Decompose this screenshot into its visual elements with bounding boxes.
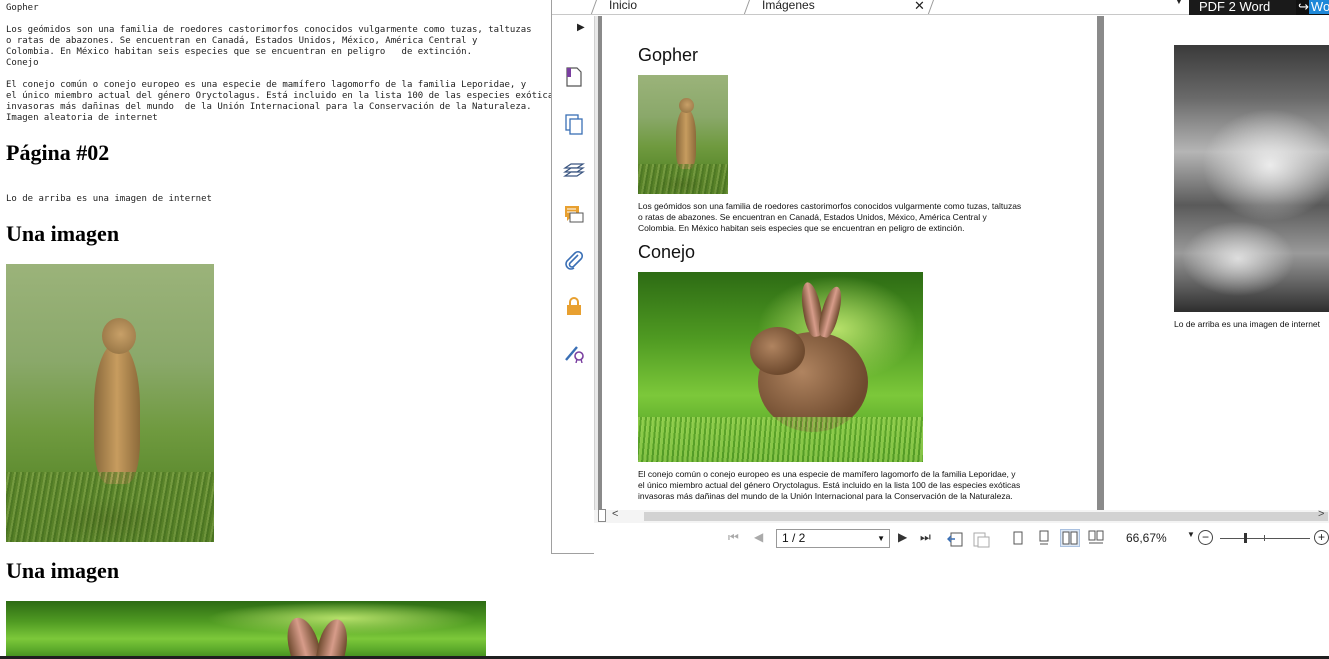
pdf-conejo-text: El conejo común o conejo europeo es una …	[638, 469, 1021, 501]
conejo-description: El conejo común o conejo europeo es una …	[6, 80, 559, 112]
horizontal-scrollbar[interactable]: < >	[594, 508, 1329, 523]
internet-note: Lo de arriba es una imagen de internet	[6, 194, 212, 204]
continuous-view-button[interactable]	[1034, 529, 1054, 547]
pdf-page-2: Lo de arriba es una imagen de internet	[1118, 16, 1329, 510]
zoom-dropdown-icon[interactable]: ▼	[1187, 530, 1195, 539]
next-page-icon[interactable]: ▶	[898, 530, 907, 544]
go-forward-view-icon[interactable]	[972, 530, 990, 548]
document-canvas[interactable]: Gopher Los geómidos son una familia de r…	[598, 16, 1329, 510]
tab-imagenes-label: Imágenes	[762, 0, 815, 12]
pdf-conejo-heading: Conejo	[638, 242, 696, 262]
two-page-continuous-view-button[interactable]	[1086, 529, 1106, 547]
attachment-icon[interactable]	[563, 250, 585, 272]
gopher-photo	[6, 264, 214, 542]
previous-page-icon[interactable]: ◀	[754, 530, 763, 544]
word-export-label: Wo	[1308, 0, 1329, 14]
gopher-title-text: Gopher	[6, 3, 39, 13]
scrollbar-thumb[interactable]	[644, 512, 1328, 521]
single-page-icon	[1013, 531, 1023, 545]
pages-icon[interactable]	[563, 113, 585, 135]
scroll-left-icon[interactable]: <	[612, 508, 618, 520]
zoom-slider-tick	[1264, 535, 1265, 541]
scroll-right-icon[interactable]: >	[1318, 508, 1324, 520]
navigation-toolbar: ⏮ ◀ 1 / 2 ▼ ▶ ⏭ 66,67% ▼ − +	[594, 524, 1329, 554]
pdf-fog-forest-photo	[1174, 45, 1329, 312]
pdf-gopher-heading: Gopher	[638, 45, 699, 65]
page-icon[interactable]	[563, 66, 585, 88]
conejo-title-text: Conejo	[6, 58, 39, 68]
chevron-down-icon: ▼	[877, 534, 885, 543]
pdf-viewer-window: Inicio Imágenes ✕ ▼ PDF 2 Word ↪ Wo ▶ Go…	[551, 0, 1329, 554]
gopher-description: Los geómidos son una familia de roedores…	[6, 25, 532, 57]
continuous-page-icon	[1039, 530, 1049, 545]
pdf-gopher-text: Los geómidos son una familia de roedores…	[638, 201, 1022, 233]
pdf-rabbit-photo	[638, 272, 923, 462]
random-image-text: Imagen aleatoria de internet	[6, 113, 158, 123]
zoom-level[interactable]: 66,67%	[1126, 531, 1167, 545]
close-tab-icon[interactable]: ✕	[914, 0, 925, 14]
word-export-button[interactable]: ↪ Wo	[1296, 0, 1329, 15]
layers-icon[interactable]	[563, 159, 585, 181]
first-page-icon[interactable]: ⏮	[728, 530, 739, 545]
tab-inicio-label: Inicio	[609, 0, 638, 12]
pdf-page2-caption: Lo de arriba es una imagen de internet	[1174, 319, 1321, 329]
zoom-slider-thumb[interactable]	[1244, 533, 1247, 543]
web-document: Gopher Los geómidos son una familia de r…	[0, 0, 560, 659]
pdf-gopher-photo	[638, 75, 728, 194]
page-number-value: 1 / 2	[782, 531, 806, 545]
two-page-view-button[interactable]	[1060, 529, 1080, 547]
tab-inicio[interactable]: Inicio	[590, 0, 748, 14]
zoom-slider[interactable]	[1220, 538, 1310, 539]
image-heading-2: Una imagen	[6, 558, 120, 583]
zoom-out-button[interactable]: −	[1198, 530, 1213, 545]
pdf-page-1: Gopher Los geómidos son una familia de r…	[598, 16, 1104, 510]
comments-icon[interactable]	[563, 204, 585, 226]
lock-icon[interactable]	[563, 295, 585, 317]
tab-bar: Inicio Imágenes ✕ ▼ PDF 2 Word ↪ Wo	[552, 0, 1329, 15]
page-number-select[interactable]: 1 / 2 ▼	[776, 529, 890, 548]
two-page-icon	[1062, 531, 1078, 545]
zoom-in-button[interactable]: +	[1314, 530, 1329, 545]
go-back-view-icon[interactable]	[946, 530, 964, 548]
last-page-icon[interactable]: ⏭	[920, 530, 931, 545]
tab-imagenes[interactable]: Imágenes	[743, 0, 936, 14]
image-heading-1: Una imagen	[6, 221, 120, 246]
certificate-icon[interactable]	[563, 341, 585, 363]
rabbit-photo-partial	[6, 601, 486, 659]
page-heading: Página #02	[6, 140, 110, 165]
single-page-view-button[interactable]	[1008, 529, 1028, 547]
sidebar: ▶	[552, 16, 594, 522]
two-page-continuous-icon	[1088, 530, 1104, 544]
dropdown-arrow-icon[interactable]: ▼	[1174, 0, 1184, 7]
scroll-corner	[598, 509, 606, 522]
pdf2word-button[interactable]: PDF 2 Word	[1189, 0, 1299, 15]
expand-sidebar-icon[interactable]: ▶	[577, 22, 585, 33]
